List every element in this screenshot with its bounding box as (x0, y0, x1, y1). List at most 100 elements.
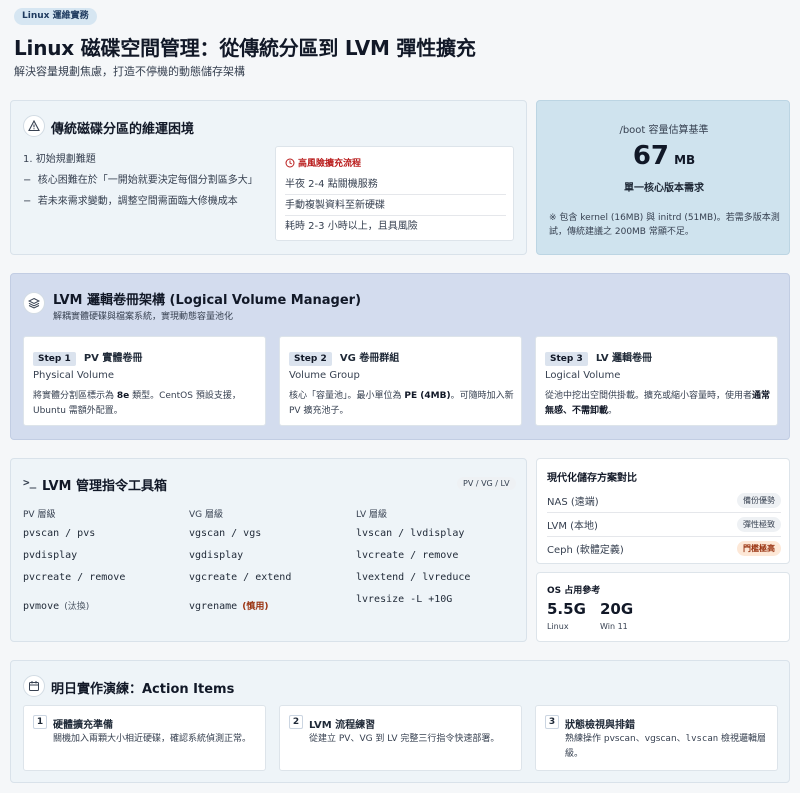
cmd-lv-2: lvcreate / remove (356, 550, 459, 561)
action-item-1: 1 硬體擴充準備 關機加入兩顆大小相近硬碟，確認系統偵測正常。 (23, 705, 266, 771)
compare-row-lvm: LVM (本地) 彈性極致 (547, 514, 781, 537)
risk-box: 高風險擴充流程 半夜 2-4 點關機服務 手動複製資料至新硬碟 耗時 2-3 小… (275, 146, 514, 241)
action-1-title: 硬體擴充準備 (53, 720, 113, 731)
boot-value: 67 (632, 141, 669, 171)
clock-icon (285, 158, 295, 167)
boot-label: /boot 容量估算基準 (619, 125, 709, 136)
toolbox-badge: PV / VG / LV (457, 477, 516, 490)
layers-icon (23, 292, 45, 314)
boot-unit: MB (674, 153, 696, 167)
compare-card: 現代化儲存方案對比 NAS (遠端) 備份優勢 LVM (本地) 彈性極致 Ce… (536, 458, 790, 564)
actions-title: 明日實作演練：Action Items (51, 682, 235, 697)
risk-item-2: 手動複製資料至新硬碟 (285, 196, 506, 216)
cmd-vg-3: vgcreate / extend (189, 572, 292, 583)
page-subtitle: 解決容量規劃焦慮，打造不停機的動態儲存架構 (14, 65, 245, 78)
compare-lvm-tag: 彈性極致 (737, 517, 781, 532)
os-title: OS 占用參考 (547, 586, 601, 596)
cmd-lv-4: lvresize -L +10G (356, 594, 453, 605)
step-card-vg: Step 2 VG 卷冊群組 Volume Group 核心「容量池」。最小單位… (279, 336, 522, 426)
section-label: 1. 初始規劃難題 (23, 154, 96, 165)
action-1-num: 1 (33, 715, 47, 729)
cmd-vg-2: vgdisplay (189, 550, 244, 561)
cmd-vg-1: vgscan / vgs (189, 528, 262, 539)
os-win-label: Win 11 (600, 622, 628, 631)
step-2-title: VG 卷冊群組 (339, 353, 400, 364)
risk-header: 高風險擴充流程 (285, 156, 361, 169)
action-2-desc: 從建立 PV、VG 到 LV 完整三行指令快速部署。 (309, 734, 500, 744)
step-3-en: Logical Volume (545, 370, 621, 381)
cmd-pv-4-note: (汰換) (64, 602, 90, 612)
step-1-header: Step 1 PV 實體卷冊 (33, 346, 142, 366)
step-card-lv: Step 3 LV 邏輯卷冊 Logical Volume 從池中挖出空間供掛載… (535, 336, 778, 426)
lv-column: LV 層級 lvscan / lvdisplay lvcreate / remo… (356, 507, 521, 616)
os-card: OS 占用參考 5.5G Linux 20G Win 11 (536, 572, 790, 642)
action-item-3: 3 狀態檢視與排錯 熟練操作 pvscan、vgscan、lvscan 檢視邏輯… (535, 705, 778, 771)
lvm-title: LVM 邏輯卷冊架構 (Logical Volume Manager) (53, 293, 362, 308)
action-1-desc: 關機加入兩顆大小相近硬碟，確認系統偵測正常。 (53, 734, 252, 744)
step-3-header: Step 3 LV 邏輯卷冊 (545, 346, 652, 366)
action-3-title: 狀態檢視與排錯 (565, 720, 635, 731)
boot-value-row: 67 MB (537, 141, 791, 171)
warning-icon (23, 115, 45, 137)
cmd-vg-4: vgrename (189, 601, 238, 612)
step-1-desc: 將實體分割區標示為 8e 類型。CentOS 預設支援，Ubuntu 需額外配置… (33, 391, 241, 416)
lvm-subtitle: 解耦實體硬碟與檔案系統，實現動態容量池化 (53, 312, 234, 322)
os-linux-label: Linux (547, 622, 569, 631)
compare-ceph-tag: 門檻極高 (737, 541, 781, 556)
toolbox-title: LVM 管理指令工具箱 (42, 479, 168, 494)
compare-nas-tag: 備份優勢 (737, 493, 781, 508)
risk-item-1: 半夜 2-4 點關機服務 (285, 175, 506, 195)
bullet-2: − 若未來需求變動，調整空間需面臨大修機成本 (23, 196, 238, 207)
action-3-num: 3 (545, 715, 559, 729)
action-2-title: LVM 流程練習 (309, 720, 376, 731)
compare-row-ceph: Ceph (軟體定義) 門檻極高 (547, 538, 781, 561)
step-1-badge: Step 1 (33, 352, 76, 366)
step-2-header: Step 2 VG 卷冊群組 (289, 346, 399, 366)
risk-title: 高風險擴充流程 (298, 159, 362, 169)
compare-row-nas: NAS (遠端) 備份優勢 (547, 490, 781, 513)
boot-desc: 單一核心版本需求 (624, 183, 704, 194)
step-3-title: LV 邏輯卷冊 (595, 353, 653, 364)
step-2-badge: Step 2 (289, 352, 332, 366)
calendar-icon (23, 675, 45, 697)
risk-item-3: 耗時 2-3 小時以上，且具風險 (285, 221, 418, 232)
step-card-pv: Step 1 PV 實體卷冊 Physical Volume 將實體分割區標示為… (23, 336, 266, 426)
step-1-en: Physical Volume (33, 370, 115, 381)
terminal-icon: >_ (23, 476, 37, 489)
boot-card: /boot 容量估算基準 67 MB 單一核心版本需求 ※ 包含 kernel … (536, 100, 790, 255)
compare-lvm-name: LVM (本地) (547, 521, 598, 532)
step-2-desc: 核心「容量池」。最小單位為 PE (4MB)。可隨時加入新 PV 擴充池子。 (289, 391, 514, 416)
category-tag: Linux 運維實務 (14, 8, 97, 25)
cmd-lv-3: lvextend / lvreduce (356, 572, 471, 583)
pv-column: PV 層級 pvscan / pvs pvdisplay pvcreate / … (23, 507, 183, 616)
lv-header: LV 層級 (356, 510, 388, 520)
compare-title: 現代化儲存方案對比 (547, 473, 637, 484)
pv-header: PV 層級 (23, 510, 56, 520)
os-win-value: 20G (600, 600, 634, 618)
cmd-pv-4: pvmove (23, 601, 60, 612)
cmd-lv-1: lvscan / lvdisplay (356, 528, 465, 539)
vg-column: VG 層級 vgscan / vgs vgdisplay vgcreate / … (189, 507, 349, 616)
step-3-desc: 從池中挖出空間供掛載。擴充或縮小容量時，使用者通常無感、不需卸載。 (545, 391, 771, 416)
traditional-title: 傳統磁碟分區的維運困境 (51, 122, 195, 137)
cmd-vg-4-note: (慎用) (242, 602, 269, 612)
lvm-card: LVM 邏輯卷冊架構 (Logical Volume Manager) 解耦實體… (10, 273, 790, 440)
step-1-title: PV 實體卷冊 (83, 353, 143, 364)
compare-nas-name: NAS (遠端) (547, 497, 599, 508)
actions-card: 明日實作演練：Action Items 1 硬體擴充準備 關機加入兩顆大小相近硬… (10, 660, 790, 783)
toolbox-card: >_ LVM 管理指令工具箱 PV / VG / LV PV 層級 pvscan… (10, 458, 527, 642)
traditional-card: 傳統磁碟分區的維運困境 1. 初始規劃難題 − 核心困難在於「一開始就要決定每個… (10, 100, 527, 255)
cmd-pv-1: pvscan / pvs (23, 528, 96, 539)
action-2-num: 2 (289, 715, 303, 729)
page-title: Linux 磁碟空間管理：從傳統分區到 LVM 彈性擴充 (14, 36, 476, 60)
bullet-1: − 核心困難在於「一開始就要決定每個分割區多大」 (23, 175, 258, 186)
action-3-desc: 熟練操作 pvscan、vgscan、lvscan 檢視邏輯層級。 (565, 734, 767, 759)
step-3-badge: Step 3 (545, 352, 588, 366)
action-item-2: 2 LVM 流程練習 從建立 PV、VG 到 LV 完整三行指令快速部署。 (279, 705, 522, 771)
compare-ceph-name: Ceph (軟體定義) (547, 545, 624, 556)
cmd-pv-3: pvcreate / remove (23, 572, 126, 583)
boot-note: ※ 包含 kernel (16MB) 與 initrd (51MB)。若需多版本… (549, 213, 780, 237)
vg-header: VG 層級 (189, 510, 223, 520)
step-2-en: Volume Group (289, 370, 360, 381)
os-linux-value: 5.5G (547, 600, 586, 618)
